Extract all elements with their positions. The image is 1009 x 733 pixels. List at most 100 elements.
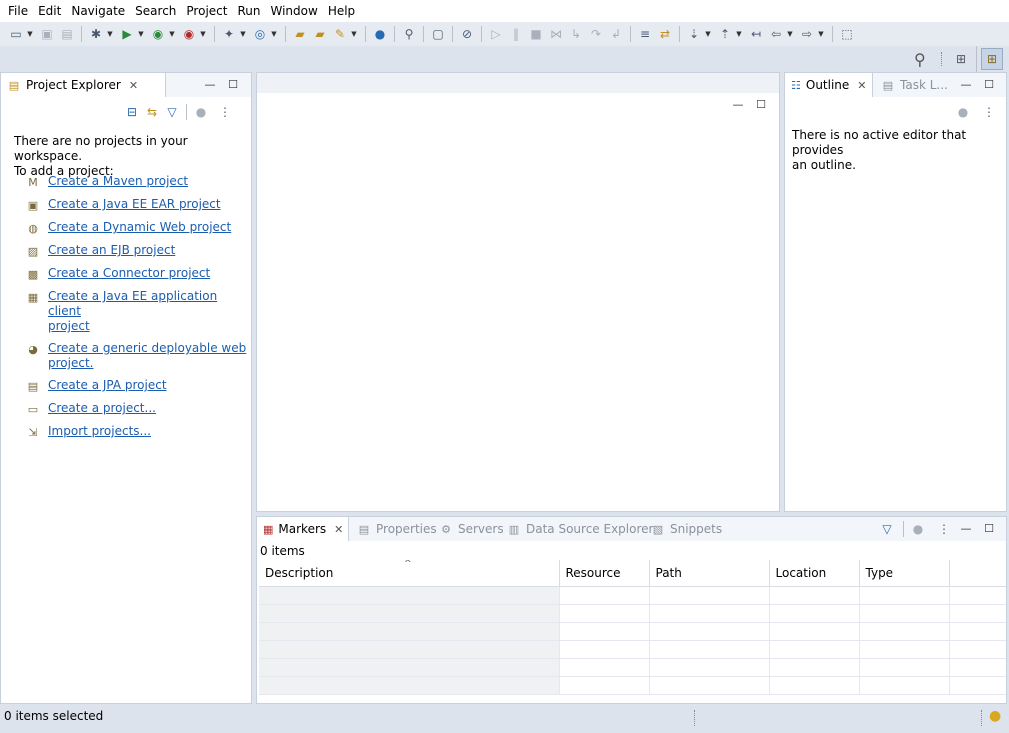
create-ear-project-link[interactable]: Create a Java EE EAR project bbox=[48, 197, 221, 212]
new-icon[interactable]: ▭ bbox=[8, 26, 24, 42]
view-menu-icon[interactable]: ⋮ bbox=[936, 521, 952, 537]
java-ee-perspective-icon[interactable]: ⊞ bbox=[981, 48, 1003, 70]
deployable-web-link-line2[interactable]: project. bbox=[48, 356, 246, 371]
open-type-icon[interactable]: ▰ bbox=[292, 26, 308, 42]
next-annotation-icon[interactable]: ⇣ bbox=[686, 26, 702, 42]
debug-dropdown-icon[interactable]: ▼ bbox=[106, 26, 114, 42]
search-dropdown-icon[interactable]: ▼ bbox=[350, 26, 358, 42]
column-description[interactable]: Description ^ bbox=[259, 560, 560, 587]
new-class-icon[interactable]: ◎ bbox=[252, 26, 268, 42]
resume-icon[interactable]: ▷ bbox=[488, 26, 504, 42]
search-icon[interactable]: ⚲ bbox=[914, 50, 926, 69]
run-server-icon[interactable]: ◉ bbox=[150, 26, 166, 42]
maximize-icon[interactable]: ☐ bbox=[982, 521, 996, 535]
open-folder-icon[interactable]: ▰ bbox=[312, 26, 328, 42]
menu-project[interactable]: Project bbox=[181, 0, 232, 22]
disconnect-icon[interactable]: ⋈ bbox=[548, 26, 564, 42]
stop-server-icon[interactable]: ◉ bbox=[181, 26, 197, 42]
tab-data-source-explorer[interactable]: ▥ Data Source Explorer bbox=[501, 517, 659, 541]
pin-editor-icon[interactable]: ⚲ bbox=[401, 26, 417, 42]
close-icon[interactable]: ✕ bbox=[857, 79, 866, 92]
minimize-icon[interactable]: — bbox=[203, 77, 217, 91]
menu-file[interactable]: File bbox=[3, 0, 33, 22]
collapse-all-icon[interactable]: ⊟ bbox=[124, 104, 140, 120]
create-app-client-project-link[interactable]: Create a Java EE application client proj… bbox=[48, 289, 251, 334]
menu-run[interactable]: Run bbox=[232, 0, 265, 22]
run-server-dropdown-icon[interactable]: ▼ bbox=[168, 26, 176, 42]
tab-properties[interactable]: ▤ Properties bbox=[351, 517, 443, 541]
back-dropdown-icon[interactable]: ▼ bbox=[786, 26, 794, 42]
step-return-icon[interactable]: ↲ bbox=[608, 26, 624, 42]
editor-area[interactable]: — ☐ bbox=[256, 72, 780, 512]
annotation-icon[interactable]: ⇄ bbox=[657, 26, 673, 42]
skip-breakpoints-icon[interactable]: ⊘ bbox=[459, 26, 475, 42]
new-wizard-icon[interactable]: ✦ bbox=[221, 26, 237, 42]
tip-lightbulb-icon[interactable]: ● bbox=[989, 708, 1001, 724]
search-flashlight-icon[interactable]: ✎ bbox=[332, 26, 348, 42]
suspend-icon[interactable]: ‖ bbox=[508, 26, 524, 42]
column-path[interactable]: Path bbox=[649, 560, 770, 587]
last-edit-icon[interactable]: ↤ bbox=[748, 26, 764, 42]
previous-annotation-icon[interactable]: ⇡ bbox=[717, 26, 733, 42]
terminate-icon[interactable]: ■ bbox=[528, 26, 544, 42]
app-client-link-line2[interactable]: project bbox=[48, 319, 251, 334]
close-icon[interactable]: ✕ bbox=[334, 523, 343, 536]
tab-servers[interactable]: ⚙ Servers bbox=[433, 517, 510, 541]
tab-task-list[interactable]: ▤ Task L... bbox=[875, 73, 954, 97]
create-project-link[interactable]: Create a project... bbox=[48, 401, 156, 416]
column-type[interactable]: Type bbox=[859, 560, 950, 587]
pin-icon[interactable]: ⬚ bbox=[839, 26, 855, 42]
new-dropdown-icon[interactable]: ▼ bbox=[26, 26, 34, 42]
tab-outline[interactable]: ☷ Outline ✕ bbox=[785, 73, 873, 97]
console-icon[interactable]: ▢ bbox=[430, 26, 446, 42]
menu-window[interactable]: Window bbox=[265, 0, 322, 22]
close-icon[interactable]: ✕ bbox=[129, 79, 138, 92]
stop-server-dropdown-icon[interactable]: ▼ bbox=[199, 26, 207, 42]
minimize-icon[interactable]: — bbox=[959, 77, 973, 91]
create-jpa-project-link[interactable]: Create a JPA project bbox=[48, 378, 167, 393]
maximize-icon[interactable]: ☐ bbox=[982, 77, 996, 91]
new-wizard-dropdown-icon[interactable]: ▼ bbox=[239, 26, 247, 42]
run-dropdown-icon[interactable]: ▼ bbox=[137, 26, 145, 42]
step-into-icon[interactable]: ↳ bbox=[568, 26, 584, 42]
tab-markers[interactable]: ▦ Markers ✕ bbox=[257, 517, 349, 541]
focus-icon[interactable]: ● bbox=[910, 521, 926, 537]
minimize-icon[interactable]: — bbox=[959, 521, 973, 535]
save-icon[interactable]: ▣ bbox=[39, 26, 55, 42]
open-perspective-icon[interactable]: ⊞ bbox=[952, 50, 970, 68]
column-location[interactable]: Location bbox=[769, 560, 860, 587]
app-client-link-line1[interactable]: Create a Java EE application client bbox=[48, 289, 251, 319]
globe-icon[interactable]: ● bbox=[372, 26, 388, 42]
debug-icon[interactable]: ✱ bbox=[88, 26, 104, 42]
tab-project-explorer[interactable]: ▤ Project Explorer ✕ bbox=[1, 73, 166, 97]
editor-minimize-icon[interactable]: — bbox=[731, 97, 745, 111]
create-deployable-web-project-link[interactable]: Create a generic deployable web project. bbox=[48, 341, 246, 371]
view-menu-icon[interactable]: ⋮ bbox=[981, 104, 997, 120]
import-projects-link[interactable]: Import projects... bbox=[48, 424, 151, 439]
forward-dropdown-icon[interactable]: ▼ bbox=[817, 26, 825, 42]
tab-snippets[interactable]: ▧ Snippets bbox=[645, 517, 728, 541]
create-maven-project-link[interactable]: Create a Maven project bbox=[48, 174, 188, 189]
view-menu-icon[interactable]: ⋮ bbox=[217, 104, 233, 120]
back-icon[interactable]: ⇦ bbox=[768, 26, 784, 42]
menu-navigate[interactable]: Navigate bbox=[66, 0, 130, 22]
run-icon[interactable]: ▶ bbox=[119, 26, 135, 42]
editor-maximize-icon[interactable]: ☐ bbox=[754, 97, 768, 111]
deployable-web-link-line1[interactable]: Create a generic deployable web bbox=[48, 341, 246, 356]
new-class-dropdown-icon[interactable]: ▼ bbox=[270, 26, 278, 42]
menu-edit[interactable]: Edit bbox=[33, 0, 66, 22]
menu-search[interactable]: Search bbox=[130, 0, 181, 22]
create-connector-project-link[interactable]: Create a Connector project bbox=[48, 266, 210, 281]
link-with-editor-icon[interactable]: ⇆ bbox=[144, 104, 160, 120]
next-annotation-dropdown-icon[interactable]: ▼ bbox=[704, 26, 712, 42]
filter-icon[interactable]: ▽ bbox=[164, 104, 180, 120]
maximize-icon[interactable]: ☐ bbox=[226, 77, 240, 91]
column-resource[interactable]: Resource bbox=[559, 560, 650, 587]
step-over-icon[interactable]: ↷ bbox=[588, 26, 604, 42]
focus-icon[interactable]: ● bbox=[955, 104, 971, 120]
previous-annotation-dropdown-icon[interactable]: ▼ bbox=[735, 26, 743, 42]
create-dynamic-web-project-link[interactable]: Create a Dynamic Web project bbox=[48, 220, 231, 235]
filter-icon[interactable]: ▽ bbox=[879, 521, 895, 537]
menu-help[interactable]: Help bbox=[323, 0, 360, 22]
task-list-icon[interactable]: ≡ bbox=[637, 26, 653, 42]
